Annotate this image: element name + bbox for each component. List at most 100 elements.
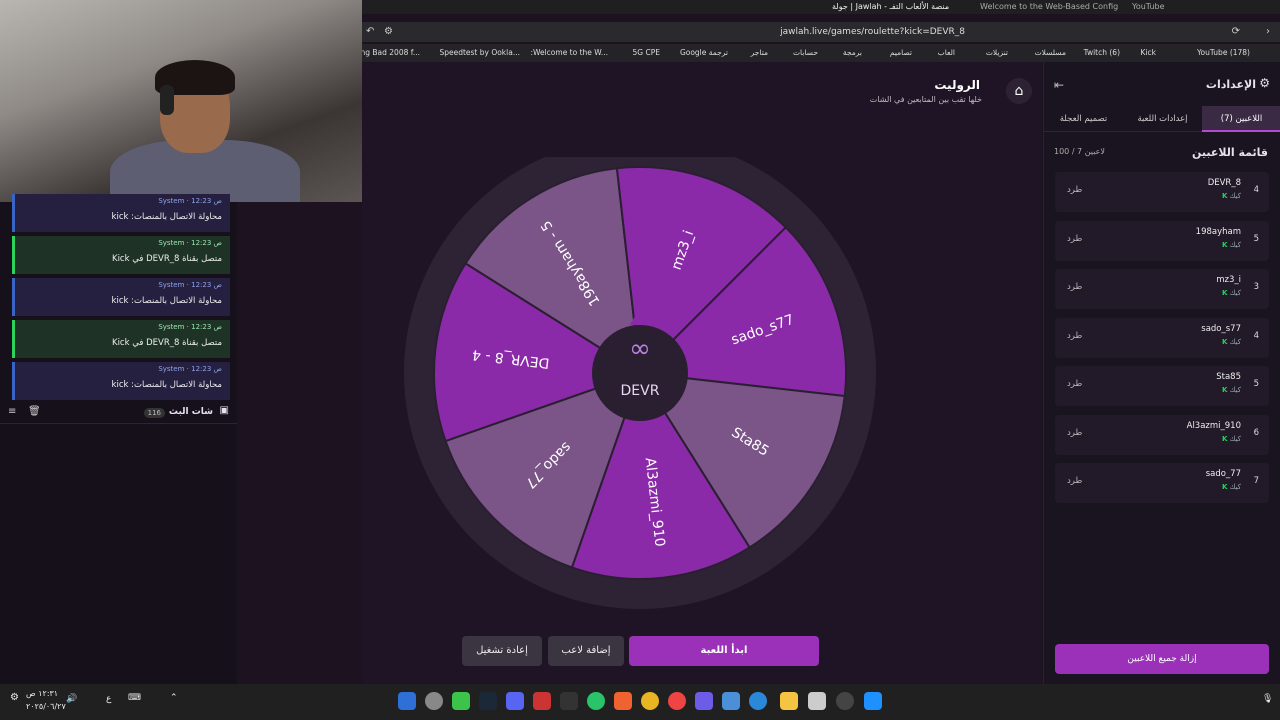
bookmark-item[interactable]: :Welcome to the W... — [530, 44, 608, 62]
chat-message: System · 12:23 ص محاولة الاتصال بالمنصات… — [12, 278, 230, 316]
bookmark-item[interactable]: برمجة — [843, 44, 862, 62]
taskbar-app-icon[interactable] — [398, 692, 416, 710]
taskbar-app-icon[interactable] — [749, 692, 767, 710]
player-platform: K كيك — [1221, 337, 1241, 346]
kick-player-button[interactable]: طرد — [1067, 476, 1082, 486]
tab-players[interactable]: اللاعبين (7) — [1202, 106, 1280, 132]
start-game-button[interactable]: ابدأ اللعبة — [629, 636, 819, 666]
player-platform: K كيك — [1221, 240, 1241, 249]
kick-player-button[interactable]: طرد — [1067, 379, 1082, 389]
player-number: 3 — [1253, 282, 1259, 292]
player-row: 3 mz3_i K كيك طرد — [1055, 269, 1269, 309]
taskbar-app-icon[interactable] — [668, 692, 686, 710]
steam-icon[interactable] — [479, 692, 497, 710]
language-indicator[interactable]: ع — [106, 694, 111, 704]
chat-count: 116 — [143, 408, 165, 418]
collapse-sidebar-icon[interactable]: ⇤ — [1054, 78, 1064, 92]
chat-meta: System · 12:23 ص — [158, 365, 222, 373]
keyboard-icon[interactable]: ⌨ — [128, 693, 141, 703]
back-icon[interactable]: ↶ — [366, 22, 374, 42]
player-row: 4 DEVR_8 K كيك طرد — [1055, 172, 1269, 212]
url-text[interactable]: jawlah.live/games/roulette?kick=DEVR_8 — [780, 22, 965, 42]
site-info-icon[interactable]: ⚙ — [384, 22, 393, 42]
player-platform: K كيك — [1221, 386, 1241, 394]
bookmark-item[interactable]: Twitch (6) — [1084, 44, 1120, 62]
bookmark-item[interactable]: تنزيلات — [986, 44, 1008, 62]
discord-icon[interactable] — [506, 692, 524, 710]
player-number: 4 — [1253, 185, 1259, 195]
chat-menu-icon[interactable]: ≡ — [8, 406, 16, 417]
tab-game-settings[interactable]: إعدادات اللعبة — [1123, 106, 1202, 132]
bookmark-item[interactable]: Speedtest by Ookla... — [439, 44, 520, 62]
kick-icon: K — [1221, 240, 1228, 249]
bookmark-item[interactable]: العاب — [938, 44, 955, 62]
search-icon[interactable] — [836, 692, 854, 710]
taskbar-app-icon[interactable] — [587, 692, 605, 710]
bookmark-item[interactable]: Kick — [1141, 44, 1156, 62]
bookmark-item[interactable]: تصاميم — [890, 44, 912, 62]
chat-message: System · 12:23 ص متصل بقناة DEVR_8 في Ki… — [12, 236, 230, 274]
address-bar[interactable]: ↶ ⚙ jawlah.live/games/roulette?kick=DEVR… — [362, 22, 1280, 42]
kick-icon: K — [1221, 289, 1228, 297]
taskbar-app-icon[interactable] — [560, 692, 578, 710]
forward-icon[interactable]: › — [1266, 22, 1270, 42]
bookmark-item[interactable]: king Bad 2008 f... — [354, 44, 420, 62]
taskbar-app-icon[interactable] — [533, 692, 551, 710]
windows-start-icon[interactable] — [864, 692, 882, 710]
chat-text: محاولة الاتصال بالمنصات: kick — [111, 296, 222, 306]
bookmark-item[interactable]: Google ترجمة — [680, 44, 728, 62]
taskbar-app-icon[interactable] — [425, 692, 443, 710]
kick-player-button[interactable]: طرد — [1067, 282, 1082, 292]
remove-all-players-button[interactable]: إزالة جميع اللاعبين — [1055, 644, 1269, 674]
tab-jawlah[interactable]: جولة | Jawlah - منصة الألعاب التفـ — [832, 0, 977, 14]
player-row: 4 sado_s77 K كيك طرد — [1055, 317, 1269, 358]
chat-meta: System · 12:23 ص — [158, 281, 222, 289]
taskbar-app-icon[interactable] — [452, 692, 470, 710]
brave-icon[interactable] — [614, 692, 632, 710]
chat-message: System · 12:23 ص محاولة الاتصال بالمنصات… — [12, 362, 230, 400]
player-name: 198ayham — [1195, 226, 1241, 237]
folder-icon[interactable] — [780, 692, 798, 710]
tab-wheel-design[interactable]: تصميم العجلة — [1044, 106, 1123, 132]
player-platform: K كيك — [1221, 192, 1241, 200]
stream-chat: System · 12:23 ص محاولة الاتصال بالمنصات… — [0, 194, 237, 684]
kick-player-button[interactable]: طرد — [1067, 428, 1082, 438]
player-number: 5 — [1253, 379, 1259, 389]
bookmark-item[interactable]: YouTube (178) — [1197, 44, 1250, 62]
player-row: 7 sado_77 K كيك طرد — [1055, 463, 1269, 503]
chat-text: متصل بقناة DEVR_8 في Kick — [112, 254, 222, 264]
trash-icon[interactable]: 🗑 — [28, 406, 41, 417]
restart-button[interactable]: إعادة تشغيل — [462, 636, 542, 666]
player-name: mz3_i — [1216, 275, 1241, 285]
taskbar-app-icon[interactable] — [722, 692, 740, 710]
bookmarks-bar: YouTube (178) Kick Twitch (6) مسلسلات تن… — [354, 44, 1280, 62]
page-title: الروليت — [934, 78, 980, 92]
chevron-up-icon[interactable]: ⌃ — [170, 693, 178, 703]
task-view-icon[interactable] — [808, 692, 826, 710]
bookmark-item[interactable]: مسلسلات — [1035, 44, 1066, 62]
kick-player-button[interactable]: طرد — [1067, 234, 1082, 244]
microphone-icon[interactable]: 🎙 — [1262, 694, 1273, 704]
reload-icon[interactable]: ⟳ — [1232, 22, 1240, 42]
kick-player-button[interactable]: طرد — [1067, 185, 1082, 195]
tab-web-config[interactable]: Welcome to the Web-Based Config — [980, 0, 1130, 14]
bookmark-item[interactable]: حسابات — [793, 44, 818, 62]
home-icon[interactable]: ⌂ — [1006, 78, 1032, 104]
player-row: 6 Al3azmi_910 K كيك طرد — [1055, 414, 1269, 455]
chrome-icon[interactable] — [641, 692, 659, 710]
bookmark-item[interactable]: متاجر — [751, 44, 768, 62]
settings-sidebar: ⇤ ⚙ الإعدادات اللاعبين (7) إعدادات اللعب… — [1043, 62, 1280, 684]
devr-logo-icon: ∞ — [629, 334, 651, 364]
bookmark-item[interactable]: 5G CPE — [633, 44, 660, 62]
player-platform: K كيك — [1221, 289, 1241, 297]
tab-youtube[interactable]: YouTube — [1132, 0, 1252, 14]
roulette-wheel[interactable]: sado_s77Sta85Al3azmi_910sado_77DEVR_8 - … — [402, 157, 882, 627]
speaker-icon[interactable]: 🔊 — [66, 694, 77, 704]
player-number: 5 — [1253, 233, 1259, 244]
kick-player-button[interactable]: طرد — [1067, 331, 1082, 341]
taskbar-app-icon[interactable] — [695, 692, 713, 710]
kick-icon: K — [1221, 483, 1228, 491]
settings-icon[interactable]: ⚙ — [10, 692, 19, 703]
add-player-button[interactable]: إضافة لاعب — [548, 636, 624, 666]
browser-tab-bar: YouTube Welcome to the Web-Based Config … — [362, 0, 1280, 14]
